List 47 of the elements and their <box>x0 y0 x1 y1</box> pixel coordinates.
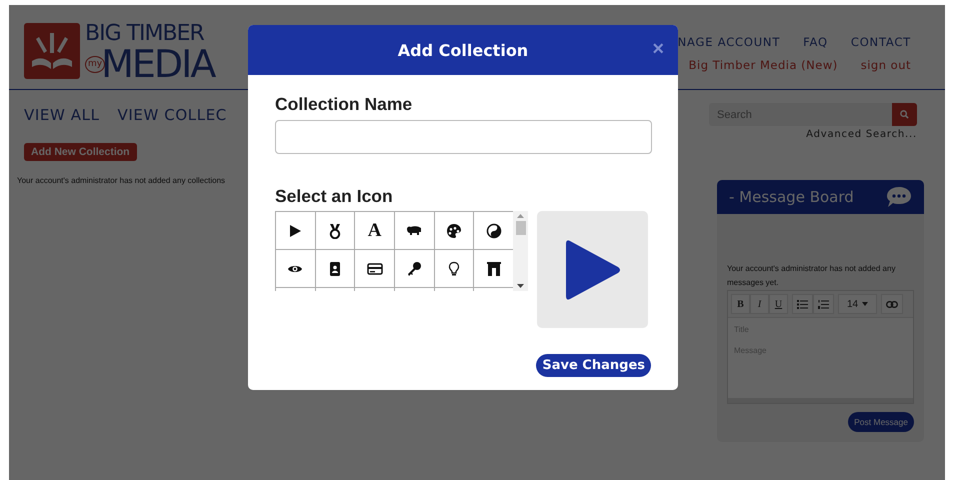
underline-button[interactable]: U <box>769 294 788 314</box>
bold-button[interactable]: B <box>731 294 750 314</box>
speech-bubble-icon <box>886 186 912 208</box>
field-label: Select an Icon <box>275 186 394 207</box>
add-collection-button[interactable]: Add New Collection <box>24 143 137 161</box>
italic-button[interactable]: I <box>750 294 769 314</box>
link-button[interactable] <box>881 294 904 314</box>
link-icon <box>886 300 898 308</box>
view-tab[interactable]: VIEW ALL <box>24 106 100 124</box>
palette-icon <box>446 222 462 238</box>
key-icon <box>406 260 422 276</box>
archway-icon <box>486 260 502 276</box>
credit-card-icon <box>366 260 383 276</box>
logo-badge: my <box>85 56 106 72</box>
numbers-button[interactable] <box>813 294 834 314</box>
bullets-button[interactable] <box>792 294 813 314</box>
close-button[interactable]: × <box>652 39 664 59</box>
account-link[interactable]: sign out <box>860 58 911 72</box>
search-button[interactable] <box>892 103 917 126</box>
search-icon <box>900 110 909 119</box>
save-changes-button[interactable]: Save Changes <box>536 354 651 377</box>
dialog-title: Add Collection <box>398 40 528 60</box>
account-link[interactable]: Big Timber Media (New) <box>688 58 838 72</box>
post-message-button[interactable]: Post Message <box>848 412 914 432</box>
scroll-up-icon <box>517 214 524 218</box>
book-logo-icon <box>24 23 80 79</box>
panel-title: - Message Board <box>729 188 854 206</box>
play-icon <box>287 222 304 238</box>
numbered-list-icon <box>818 300 829 308</box>
advanced-search-link[interactable]: Advanced Search... <box>806 129 917 140</box>
empty-message: Your account's administrator has not added any collections <box>17 176 226 185</box>
field-label: Collection Name <box>275 94 414 115</box>
icon-option[interactable] <box>275 211 316 250</box>
scrollbar[interactable] <box>513 211 528 291</box>
bulleted-list-icon <box>797 300 808 308</box>
view-tab[interactable]: VIEW COLLEC <box>118 106 227 124</box>
caret-icon <box>862 302 868 306</box>
logo-wordmark: BIG TIMBER <box>85 23 205 45</box>
yin-yang-icon <box>486 222 502 238</box>
board-notice: Your account's administrator has not added any messages yet. <box>727 263 896 289</box>
scroll-down-icon <box>517 284 524 288</box>
size-button[interactable]: 14 <box>838 294 878 314</box>
nav-link[interactable]: NAGE ACCOUNT <box>678 35 780 49</box>
collection-name-field[interactable] <box>275 120 652 154</box>
scrollbar-thumb[interactable] <box>516 221 526 235</box>
nav-link[interactable]: FAQ <box>803 35 828 49</box>
nav-link[interactable]: CONTACT <box>850 35 911 49</box>
